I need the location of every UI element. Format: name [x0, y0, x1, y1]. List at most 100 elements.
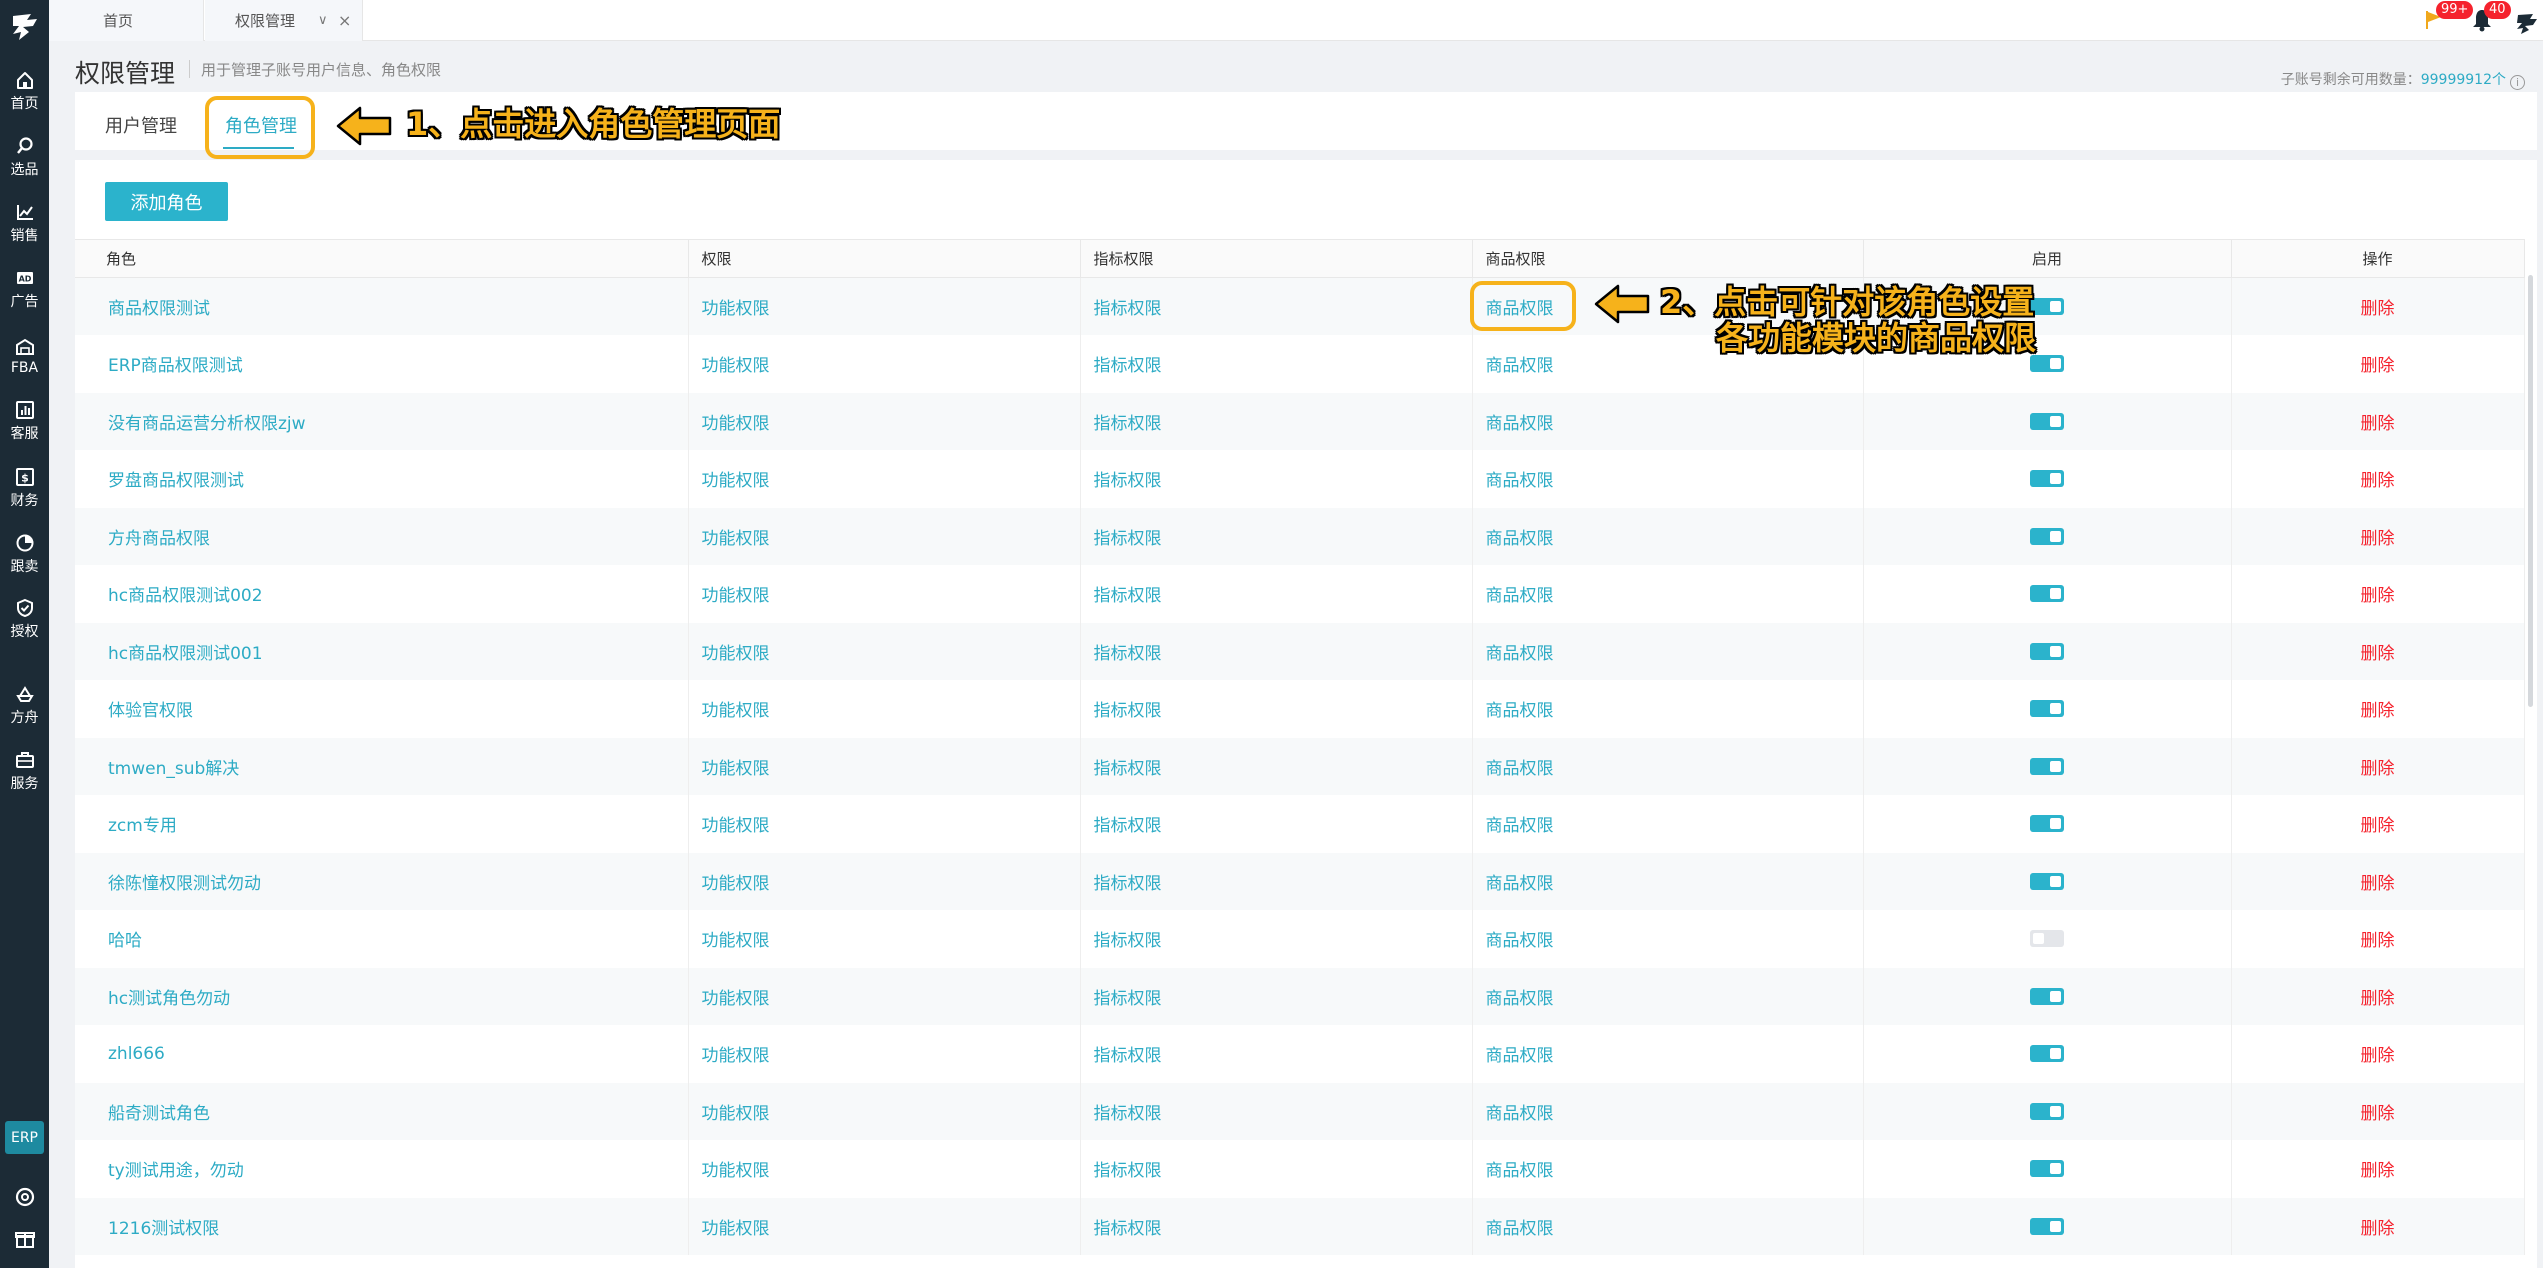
chevron-down-icon[interactable]: ∨ — [318, 13, 328, 28]
product-permission-link[interactable]: 商品权限 — [1486, 414, 1554, 434]
tab-home[interactable]: 首页 — [49, 0, 204, 41]
metric-permission-link[interactable]: 指标权限 — [1094, 1104, 1162, 1124]
delete-button[interactable]: 删除 — [2361, 874, 2395, 894]
delete-button[interactable]: 删除 — [2361, 1046, 2395, 1066]
role-name-link[interactable]: 船奇测试角色 — [108, 1104, 210, 1124]
metric-permission-link[interactable]: 指标权限 — [1094, 874, 1162, 894]
sidebar-item-8[interactable]: 授权 — [0, 590, 49, 648]
role-name-link[interactable]: zcm专用 — [108, 816, 177, 836]
delete-button[interactable]: 删除 — [2361, 299, 2395, 319]
role-name-link[interactable]: ty测试用途，勿动 — [108, 1161, 244, 1181]
gift-icon[interactable] — [0, 1228, 49, 1250]
erp-button[interactable]: ERP — [5, 1121, 44, 1154]
enabled-toggle[interactable] — [2030, 700, 2064, 718]
metric-permission-link[interactable]: 指标权限 — [1094, 759, 1162, 779]
metric-permission-link[interactable]: 指标权限 — [1094, 471, 1162, 491]
delete-button[interactable]: 删除 — [2361, 356, 2395, 376]
delete-button[interactable]: 删除 — [2361, 1161, 2395, 1181]
enabled-toggle[interactable] — [2030, 298, 2064, 315]
delete-button[interactable]: 删除 — [2361, 1219, 2395, 1239]
enabled-toggle[interactable] — [2030, 815, 2064, 833]
help-icon[interactable] — [0, 1186, 49, 1208]
sidebar-item-10[interactable]: 服务 — [0, 742, 49, 800]
product-permission-link[interactable]: 商品权限 — [1486, 1219, 1554, 1239]
delete-button[interactable]: 删除 — [2361, 644, 2395, 664]
product-permission-link[interactable]: 商品权限 — [1486, 874, 1554, 894]
metric-permission-link[interactable]: 指标权限 — [1094, 1219, 1162, 1239]
sidebar-item-3[interactable]: AD 广告 — [0, 260, 49, 318]
enabled-toggle[interactable] — [2030, 872, 2064, 890]
sidebar-item-7[interactable]: 跟卖 — [0, 525, 49, 583]
enabled-toggle[interactable] — [2030, 355, 2064, 373]
metric-permission-link[interactable]: 指标权限 — [1094, 299, 1162, 319]
enabled-toggle[interactable] — [2030, 527, 2064, 545]
delete-button[interactable]: 删除 — [2361, 701, 2395, 721]
function-permission-link[interactable]: 功能权限 — [702, 931, 770, 951]
role-name-link[interactable]: 哈哈 — [108, 931, 142, 951]
role-name-link[interactable]: 方舟商品权限 — [108, 529, 210, 549]
role-name-link[interactable]: tmwen_sub解决 — [108, 759, 239, 779]
metric-permission-link[interactable]: 指标权限 — [1094, 701, 1162, 721]
function-permission-link[interactable]: 功能权限 — [702, 989, 770, 1009]
function-permission-link[interactable]: 功能权限 — [702, 644, 770, 664]
sidebar-item-0[interactable]: 首页 — [0, 62, 49, 120]
function-permission-link[interactable]: 功能权限 — [702, 1161, 770, 1181]
function-permission-link[interactable]: 功能权限 — [702, 356, 770, 376]
info-icon[interactable]: i — [2510, 75, 2525, 90]
product-permission-link[interactable]: 商品权限 — [1486, 701, 1554, 721]
product-permission-link[interactable]: 商品权限 — [1486, 471, 1554, 491]
enabled-toggle[interactable] — [2030, 412, 2064, 430]
metric-permission-link[interactable]: 指标权限 — [1094, 414, 1162, 434]
sidebar-item-6[interactable]: $ 财务 — [0, 459, 49, 517]
metric-permission-link[interactable]: 指标权限 — [1094, 356, 1162, 376]
function-permission-link[interactable]: 功能权限 — [702, 816, 770, 836]
tab-permission-management[interactable]: 权限管理 ∨ × — [205, 0, 363, 41]
function-permission-link[interactable]: 功能权限 — [702, 759, 770, 779]
metric-permission-link[interactable]: 指标权限 — [1094, 1161, 1162, 1181]
enabled-toggle[interactable] — [2030, 987, 2064, 1005]
product-permission-link[interactable]: 商品权限 — [1486, 816, 1554, 836]
role-name-link[interactable]: ERP商品权限测试 — [108, 356, 243, 376]
enabled-toggle[interactable] — [2030, 470, 2064, 488]
function-permission-link[interactable]: 功能权限 — [702, 1219, 770, 1239]
role-name-link[interactable]: hc测试角色勿动 — [108, 989, 230, 1009]
enabled-toggle[interactable] — [2030, 642, 2064, 660]
product-permission-link[interactable]: 商品权限 — [1486, 759, 1554, 779]
product-permission-link[interactable]: 商品权限 — [1486, 989, 1554, 1009]
role-name-link[interactable]: hc商品权限测试002 — [108, 586, 263, 606]
role-name-link[interactable]: hc商品权限测试001 — [108, 644, 263, 664]
delete-button[interactable]: 删除 — [2361, 931, 2395, 951]
enabled-toggle[interactable] — [2030, 1102, 2064, 1120]
tab-user-management[interactable]: 用户管理 — [105, 112, 177, 138]
role-name-link[interactable]: zhl666 — [108, 1044, 165, 1064]
app-logo-icon[interactable] — [9, 10, 41, 44]
sidebar-item-1[interactable]: 选品 — [0, 128, 49, 186]
delete-button[interactable]: 删除 — [2361, 471, 2395, 491]
role-name-link[interactable]: 1216测试权限 — [108, 1219, 219, 1239]
function-permission-link[interactable]: 功能权限 — [702, 471, 770, 491]
role-name-link[interactable]: 商品权限测试 — [108, 299, 210, 319]
metric-permission-link[interactable]: 指标权限 — [1094, 586, 1162, 606]
enabled-toggle[interactable] — [2030, 1160, 2064, 1178]
delete-button[interactable]: 删除 — [2361, 989, 2395, 1009]
product-permission-link[interactable]: 商品权限 — [1486, 356, 1554, 376]
user-avatar-icon[interactable] — [2513, 9, 2539, 35]
metric-permission-link[interactable]: 指标权限 — [1094, 989, 1162, 1009]
product-permission-link[interactable]: 商品权限 — [1486, 931, 1554, 951]
product-permission-link[interactable]: 商品权限 — [1486, 1104, 1554, 1124]
metric-permission-link[interactable]: 指标权限 — [1094, 1046, 1162, 1066]
role-name-link[interactable]: 体验官权限 — [108, 701, 193, 721]
delete-button[interactable]: 删除 — [2361, 414, 2395, 434]
close-icon[interactable]: × — [338, 11, 351, 30]
delete-button[interactable]: 删除 — [2361, 759, 2395, 779]
metric-permission-link[interactable]: 指标权限 — [1094, 529, 1162, 549]
enabled-toggle[interactable] — [2030, 1045, 2064, 1063]
product-permission-link[interactable]: 商品权限 — [1486, 529, 1554, 549]
function-permission-link[interactable]: 功能权限 — [702, 299, 770, 319]
delete-button[interactable]: 删除 — [2361, 1104, 2395, 1124]
delete-button[interactable]: 删除 — [2361, 586, 2395, 606]
function-permission-link[interactable]: 功能权限 — [702, 701, 770, 721]
metric-permission-link[interactable]: 指标权限 — [1094, 816, 1162, 836]
role-name-link[interactable]: 罗盘商品权限测试 — [108, 471, 244, 491]
sidebar-item-4[interactable]: FBA — [0, 327, 49, 385]
